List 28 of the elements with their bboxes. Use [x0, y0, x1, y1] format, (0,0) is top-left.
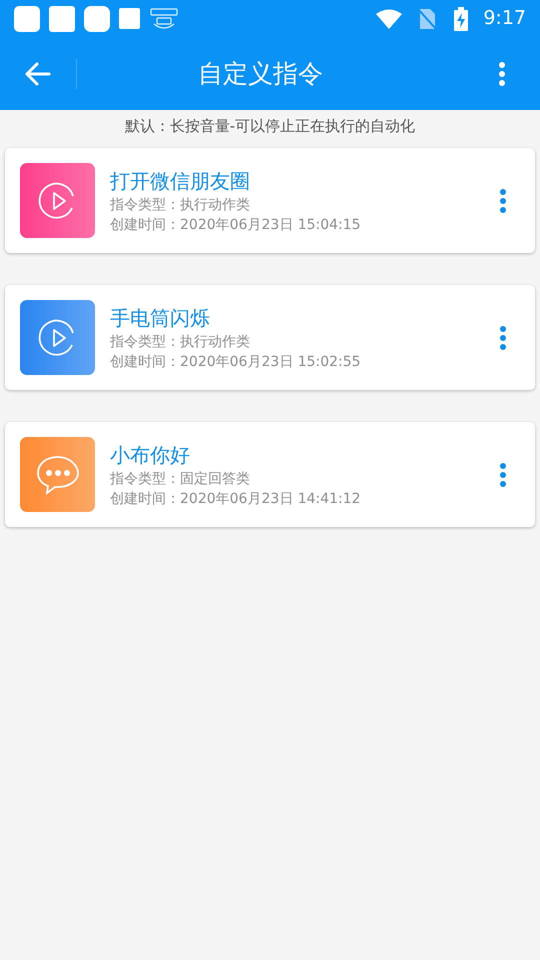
notification-icon [119, 8, 140, 29]
more-icon [498, 60, 506, 86]
battery-charging-icon [454, 6, 468, 30]
no-sim-icon [417, 8, 438, 30]
created-time: 创建时间：2020年06月23日 15:02:55 [110, 352, 362, 372]
command-card[interactable]: 打开微信朋友圈 指令类型：执行动作类 创建时间：2020年06月23日 15:04:15 [5, 148, 535, 253]
command-name: 打开微信朋友圈 [110, 168, 251, 194]
page-title: 自定义指令 [197, 58, 324, 90]
clock-time: 9:17 [483, 6, 526, 32]
notification-icon [84, 6, 110, 32]
back-arrow-icon [25, 62, 51, 86]
command-type: 指令类型：执行动作类 [110, 332, 251, 352]
notification-icon [14, 6, 40, 32]
command-name: 小布你好 [110, 442, 191, 468]
created-time: 创建时间：2020年06月23日 14:41:12 [110, 490, 362, 508]
command-name: 手电筒闪烁 [110, 304, 211, 332]
more-icon [499, 324, 507, 350]
speech-bubble-icon [34, 454, 80, 496]
command-card[interactable]: 小布你好 指令类型：固定回答类 创建时间：2020年06月23日 14:41:12 [5, 422, 535, 527]
command-card[interactable]: 手电筒闪烁 指令类型：执行动作类 创建时间：2020年06月23日 15:02:55 [5, 285, 535, 390]
more-icon [499, 188, 507, 214]
created-time: 创建时间：2020年06月23日 15:04:15 [110, 216, 362, 234]
hint-text: 默认：长按音量-可以停止正在执行的自动化 [124, 116, 416, 137]
notification-icon [49, 6, 75, 32]
command-type: 指令类型：固定回答类 [110, 470, 251, 488]
command-type: 指令类型：执行动作类 [110, 196, 251, 214]
more-icon [499, 462, 507, 488]
wifi-icon [376, 8, 402, 28]
